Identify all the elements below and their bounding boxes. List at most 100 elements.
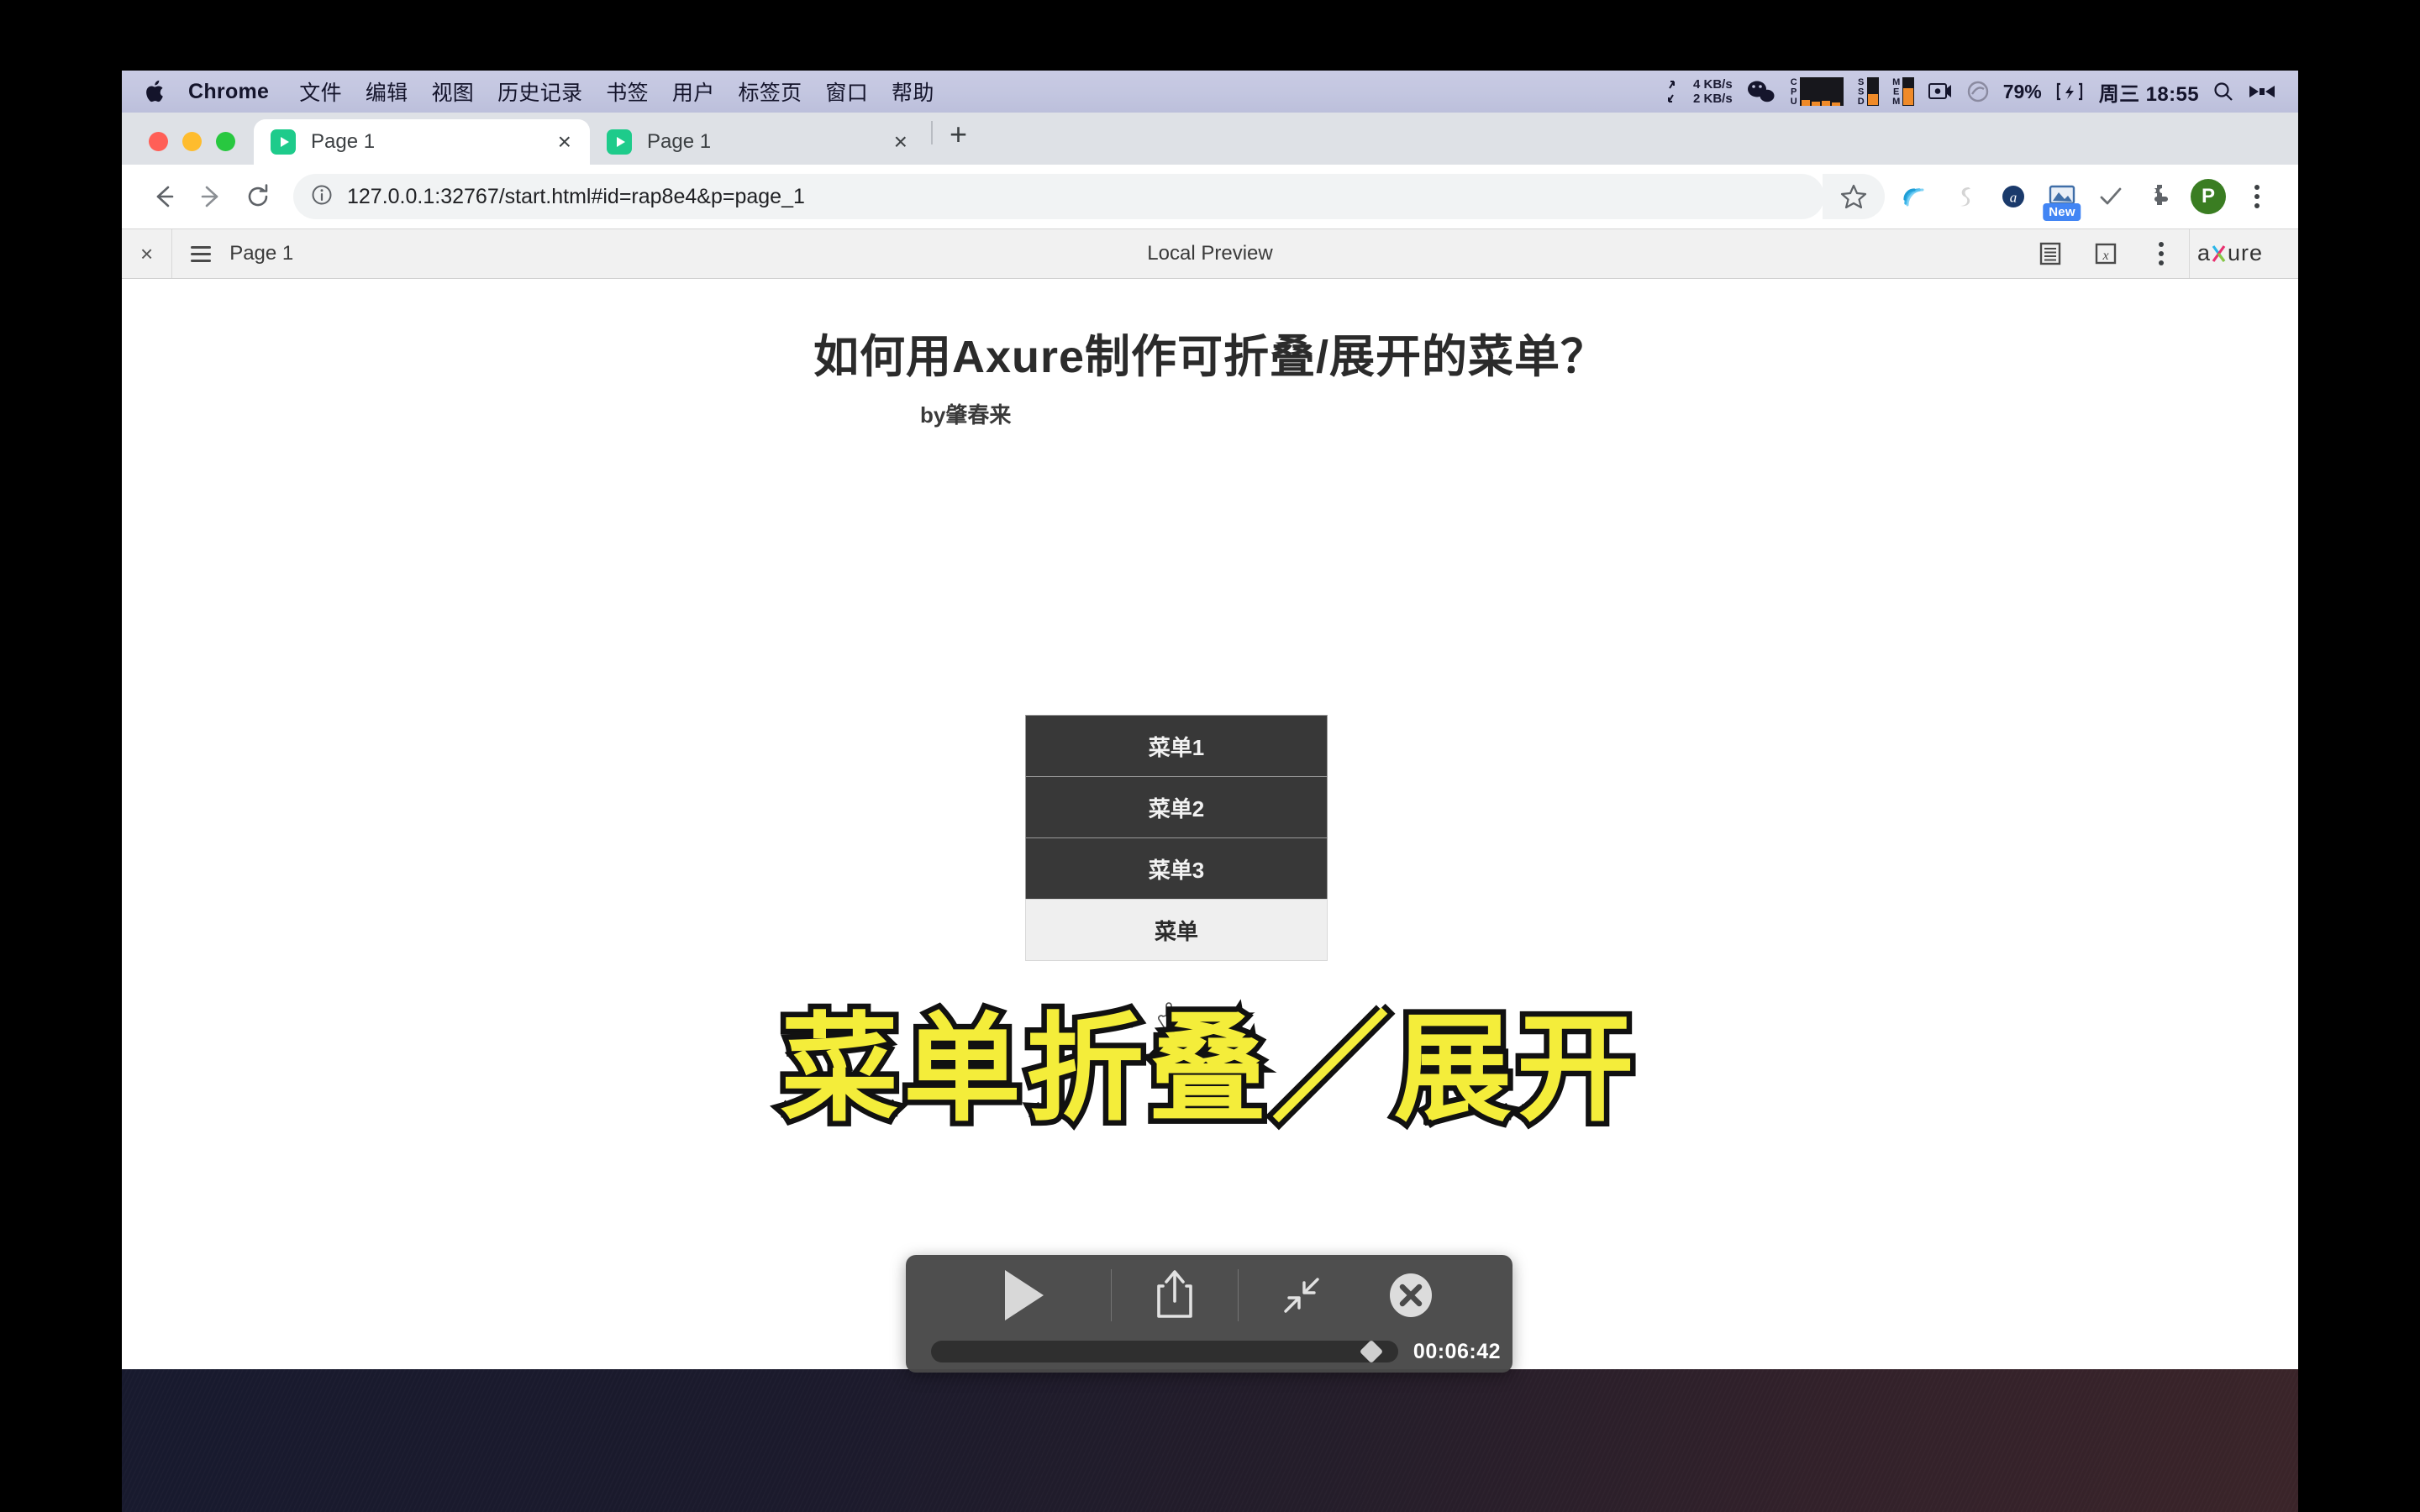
search-icon[interactable] [2212, 81, 2234, 102]
timeline-playhead[interactable] [1359, 1339, 1384, 1364]
axure-preview-bar: × Page 1 Local Preview x a ure [122, 228, 2298, 279]
window-maximize-button[interactable] [216, 132, 235, 151]
elapsed-time: 00:06:42 [1413, 1339, 1501, 1363]
svg-text:x: x [2102, 249, 2108, 263]
battery-charging-icon[interactable] [2055, 81, 2086, 102]
axure-play-favicon [271, 129, 296, 155]
tab-page-1-active[interactable]: Page 1 × [254, 119, 590, 165]
arrow-left-icon[interactable] [140, 173, 187, 220]
arrow-right-icon[interactable] [187, 173, 234, 220]
cpu-meter-icon[interactable]: CPU [1789, 77, 1844, 106]
axure-preview-title: Local Preview [1147, 242, 1273, 265]
arrows-diagonal-icon[interactable] [1663, 79, 1680, 104]
menubar-item-history[interactable]: 历史记录 [486, 76, 594, 107]
screen: Chrome 文件 编辑 视图 历史记录 书签 用户 标签页 窗口 帮助 4 K… [0, 0, 2420, 1512]
window-traffic-lights [140, 132, 254, 165]
menubar-item-tabs[interactable]: 标签页 [727, 76, 814, 107]
screen-record-icon[interactable] [1928, 81, 1953, 102]
address-bar[interactable]: 127.0.0.1:32767/start.html#id=rap8e4&p=p… [293, 174, 1824, 219]
avatar-initial: P [2191, 179, 2226, 214]
tab-separator [931, 121, 933, 144]
close-button[interactable] [1365, 1269, 1457, 1321]
wechat-icon[interactable] [1746, 79, 1776, 104]
tab-strip: Page 1 × Page 1 × + [122, 113, 2298, 165]
net-upload: 4 KB/s [1693, 77, 1733, 92]
menubar-clock[interactable]: 周三 18:55 [2099, 77, 2199, 107]
url-text[interactable]: 127.0.0.1:32767/start.html#id=rap8e4&p=p… [347, 185, 805, 209]
page-title: 如何用Axure制作可折叠/展开的菜单？ [813, 332, 1607, 382]
kebab-menu-icon[interactable] [2234, 174, 2280, 219]
browser-toolbar: 127.0.0.1:32767/start.html#id=rap8e4&p=p… [122, 165, 2298, 228]
video-caption-overlay: 菜单折叠／展开 [775, 1001, 1639, 1138]
battery-percent[interactable]: 79% [2003, 81, 2042, 103]
puzzle-extensions-icon[interactable] [2137, 174, 2182, 219]
grammar-extension-icon[interactable] [1942, 174, 1987, 219]
reload-icon[interactable] [234, 173, 281, 220]
axure-bar-right: x a ure [2023, 229, 2298, 278]
axure-play-favicon [607, 129, 632, 155]
window-close-button[interactable] [149, 132, 168, 151]
tab-close-icon[interactable]: × [553, 127, 576, 157]
screenshot-extension-icon[interactable]: New [2039, 174, 2085, 221]
hamburger-icon[interactable] [172, 245, 229, 262]
menubar-item-bookmarks[interactable]: 书签 [594, 76, 660, 107]
extensions-row: a New P [1885, 174, 2280, 221]
shrink-button[interactable] [1239, 1269, 1365, 1321]
kebab-menu-icon[interactable] [2133, 242, 2189, 265]
timeline-track[interactable] [931, 1339, 1398, 1364]
wave-extension-icon[interactable] [1893, 174, 1939, 219]
control-center-icon[interactable] [2248, 83, 2276, 100]
window-minimize-button[interactable] [182, 132, 202, 151]
menubar-item-profiles[interactable]: 用户 [660, 76, 727, 107]
menubar-item-edit[interactable]: 编辑 [354, 76, 420, 107]
desktop-wallpaper [122, 1369, 2298, 1512]
apple-logo-icon[interactable] [145, 79, 188, 104]
alexa-extension-icon[interactable]: a [1991, 174, 2036, 219]
svg-text:a: a [2010, 190, 2018, 206]
star-icon[interactable] [1823, 174, 1885, 219]
new-badge: New [2043, 203, 2081, 221]
svg-text:a: a [2197, 240, 2211, 265]
tab-title: Page 1 [647, 130, 712, 153]
collapsible-menu-widget: 菜单1 菜单2 菜单3 菜单 [1025, 715, 1328, 961]
info-circle-icon[interactable] [310, 183, 334, 211]
cleaner-icon[interactable] [1966, 80, 1990, 103]
menu-item-3[interactable]: 菜单3 [1025, 837, 1328, 900]
menubar-item-window[interactable]: 窗口 [813, 76, 880, 107]
mem-meter-icon[interactable]: MEM [1891, 76, 1914, 107]
cpu-graph [1799, 77, 1844, 106]
menubar-item-chrome[interactable]: Chrome [188, 80, 287, 104]
ssd-bar [1866, 77, 1879, 106]
page-author: by肇春来 [920, 402, 1012, 428]
share-button[interactable] [1112, 1266, 1238, 1325]
play-button[interactable] [934, 1263, 1111, 1327]
notes-panel-icon[interactable] [2023, 240, 2078, 267]
macos-menubar: Chrome 文件 编辑 视图 历史记录 书签 用户 标签页 窗口 帮助 4 K… [122, 71, 2298, 113]
recorder-timeline: 00:06:42 [906, 1336, 1512, 1373]
variables-icon[interactable]: x [2078, 240, 2133, 267]
svg-text:ure: ure [2228, 240, 2263, 265]
menubar-item-file[interactable]: 文件 [287, 76, 354, 107]
ssd-meter-icon[interactable]: SSD [1856, 77, 1879, 106]
network-speed: 4 KB/s 2 KB/s [1693, 77, 1733, 106]
axure-close-panel-button[interactable]: × [137, 241, 171, 267]
menubar-status-items: 4 KB/s 2 KB/s CPU SSD MEM 79% 周三 18:55 [1663, 77, 2298, 107]
tab-page-1-inactive[interactable]: Page 1 × [590, 119, 926, 165]
chrome-browser-window: Page 1 × Page 1 × + 127.0.0.1:32767/star… [122, 113, 2298, 1369]
tab-close-icon[interactable]: × [889, 127, 913, 157]
menubar-item-view[interactable]: 视图 [419, 76, 486, 107]
menu-item-4[interactable]: 菜单 [1025, 899, 1328, 961]
menubar-item-help[interactable]: 帮助 [880, 76, 946, 107]
new-tab-button[interactable]: + [938, 119, 979, 165]
page-canvas: 如何用Axure制作可折叠/展开的菜单？ by肇春来 菜单1 菜单2 菜单3 菜… [122, 279, 2298, 1368]
profile-avatar[interactable]: P [2186, 174, 2231, 219]
menu-item-1[interactable]: 菜单1 [1025, 715, 1328, 777]
menubar-app-menus: Chrome 文件 编辑 视图 历史记录 书签 用户 标签页 窗口 帮助 [122, 76, 946, 107]
menu-item-2[interactable]: 菜单2 [1025, 776, 1328, 838]
axure-page-name[interactable]: Page 1 [229, 242, 293, 265]
checkmark-extension-icon[interactable] [2088, 174, 2133, 219]
tab-title: Page 1 [311, 130, 376, 153]
axure-logo: a ure [2189, 229, 2298, 278]
recorder-buttons [906, 1255, 1512, 1336]
mem-meter-label: MEM [1891, 76, 1902, 107]
